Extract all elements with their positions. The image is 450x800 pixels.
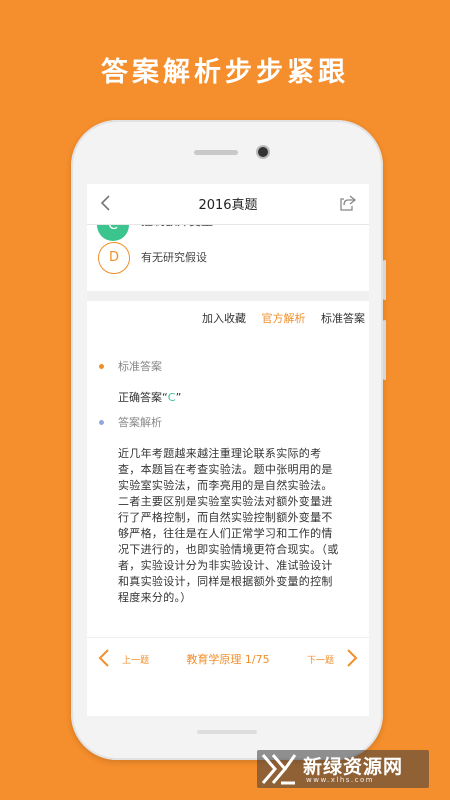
watermark-url: www.xlhs.com: [306, 776, 375, 784]
answer-value: C: [167, 391, 176, 404]
analysis-dot-icon: [99, 420, 104, 425]
phone-frame: C 控制额外变量 D 有无研究假设 2016真题 加入收藏 官方解析 标准答案 …: [71, 120, 386, 760]
action-tabs: 加入收藏 官方解析 标准答案: [190, 310, 365, 326]
standard-answer-text: 正确答案“C”: [118, 389, 181, 405]
volume-button: [383, 260, 386, 300]
share-icon[interactable]: [339, 194, 357, 212]
answer-suffix: ”: [175, 391, 182, 404]
power-button: [383, 320, 386, 380]
phone-speaker: [194, 150, 238, 155]
tab-add-favorite[interactable]: 加入收藏: [202, 312, 246, 325]
section-divider: [87, 291, 369, 301]
top-bar: 2016真题: [87, 184, 369, 225]
standard-answer-title: 标准答案: [118, 360, 162, 373]
tab-standard-answer[interactable]: 标准答案: [321, 312, 365, 325]
phone-camera: [258, 147, 268, 157]
answer-dot-icon: [99, 364, 104, 369]
analysis-title: 答案解析: [118, 416, 162, 429]
option-d-badge[interactable]: D: [98, 242, 130, 274]
tab-official-analysis[interactable]: 官方解析: [262, 312, 306, 325]
chevron-right-icon[interactable]: [345, 648, 359, 668]
page-title: 2016真题: [198, 198, 258, 213]
watermark: 新绿资源网 www.xlhs.com: [257, 750, 429, 788]
watermark-logo-icon: [261, 754, 297, 785]
app-screen: C 控制额外变量 D 有无研究假设 2016真题 加入收藏 官方解析 标准答案 …: [87, 184, 369, 716]
answer-prefix: 正确答案“: [118, 391, 168, 404]
next-question-button[interactable]: 下一题: [307, 653, 334, 666]
analysis-body: 近几年考题越来越注重理论联系实际的考查，本题旨在考查实验法。题中张明用的是实验室…: [118, 447, 339, 604]
phone-home-bar: [197, 730, 257, 734]
promo-headline: 答案解析步步紧跟: [101, 57, 349, 88]
option-d-text[interactable]: 有无研究假设: [141, 249, 207, 265]
watermark-title: 新绿资源网: [303, 756, 404, 778]
bottom-nav: 上一题 教育学原理 1/75 下一题: [87, 637, 369, 678]
